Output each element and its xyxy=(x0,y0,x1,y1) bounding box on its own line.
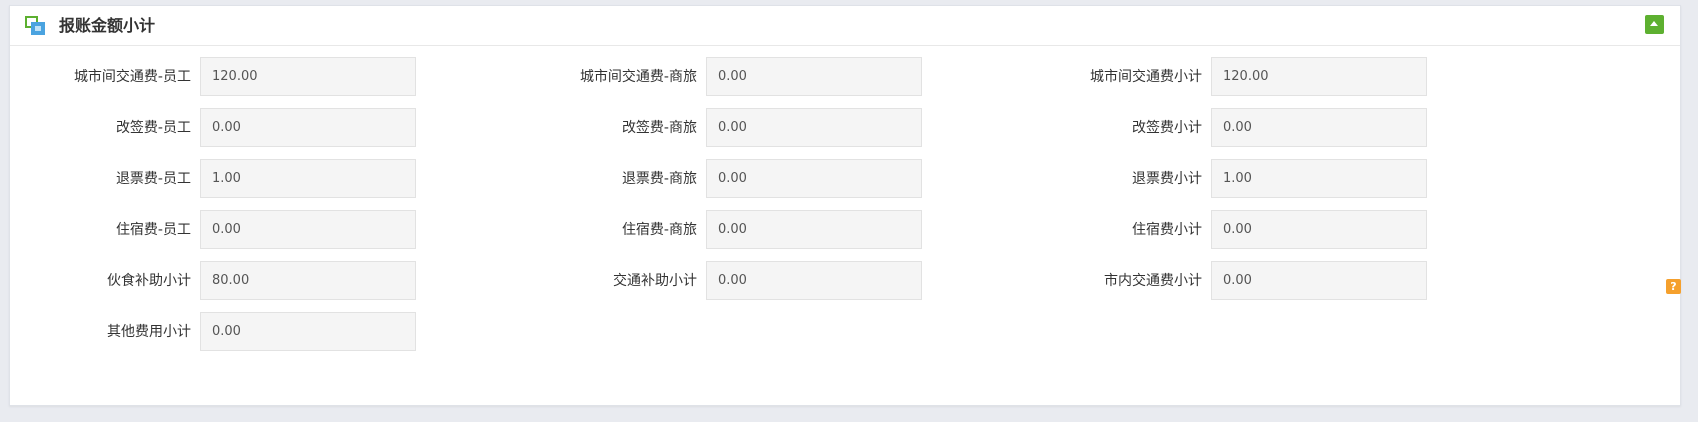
field-label-intercity-subtotal: 城市间交通费小计 xyxy=(1090,69,1202,85)
window-stack-icon xyxy=(25,16,45,35)
collapse-button[interactable] xyxy=(1645,15,1664,34)
field-label-rebook-subtotal: 改签费小计 xyxy=(1132,120,1202,136)
local-transport-subtotal-input[interactable] xyxy=(1211,261,1427,300)
panel-title: 报账金额小计 xyxy=(59,16,156,35)
intercity-subtotal-input[interactable] xyxy=(1211,57,1427,96)
field-label-refund-subtotal: 退票费小计 xyxy=(1132,171,1202,187)
field-label-wrap: 其他费用小计 xyxy=(10,312,191,351)
subtotal-panel: 报账金额小计 城市间交通费-员工 城市间交通费-商旅 城市间交通费小计 改签费-… xyxy=(9,5,1681,406)
other-subtotal-input[interactable] xyxy=(200,312,416,351)
lodging-subtotal-input[interactable] xyxy=(1211,210,1427,249)
panel-header: 报账金额小计 xyxy=(10,6,1680,46)
field-label-wrap: 市内交通费小计 xyxy=(10,261,1202,300)
rebook-subtotal-input[interactable] xyxy=(1211,108,1427,147)
field-label-wrap: 城市间交通费小计 xyxy=(10,57,1202,96)
field-label-local-transport-subtotal: 市内交通费小计 xyxy=(1104,273,1202,289)
help-button[interactable]: ? xyxy=(1666,279,1681,294)
field-label-lodging-subtotal: 住宿费小计 xyxy=(1132,222,1202,238)
window-front-shape xyxy=(31,22,45,35)
field-label-wrap: 改签费小计 xyxy=(10,108,1202,147)
field-label-wrap: 住宿费小计 xyxy=(10,210,1202,249)
field-label-wrap: 退票费小计 xyxy=(10,159,1202,198)
page-background-strip xyxy=(0,412,1698,422)
refund-subtotal-input[interactable] xyxy=(1211,159,1427,198)
field-label-other-subtotal: 其他费用小计 xyxy=(107,324,191,340)
